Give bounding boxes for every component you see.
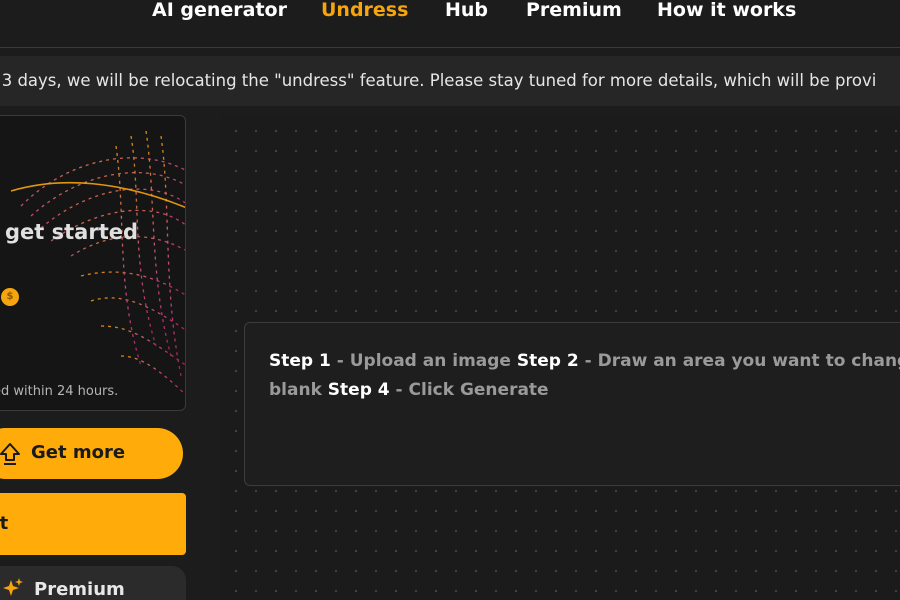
- step-2-label: Step 2: [516, 351, 579, 371]
- announcement-text: n 3 days, we will be relocating the "und…: [0, 71, 877, 90]
- nav-ai-generator[interactable]: AI generator: [152, 0, 287, 22]
- step-4-label: Step 4: [327, 380, 390, 400]
- premium-button-label: Premium: [34, 579, 125, 600]
- promo-card: get started $ ed within 24 hours.: [0, 115, 186, 411]
- step-4-text: - Click Generate: [389, 380, 549, 400]
- promo-title: get started: [5, 220, 139, 244]
- step-2-text: - Draw an area you want to change: [578, 351, 900, 371]
- nav-undress[interactable]: Undress: [321, 0, 408, 22]
- instructions-line-2: blank Step 4 - Click Generate: [269, 376, 900, 405]
- nav-premium[interactable]: Premium: [526, 0, 622, 22]
- sparkle-icon: [3, 578, 23, 596]
- step-1-label: Step 1: [269, 351, 331, 371]
- step-3-tail: blank: [269, 380, 328, 400]
- coin-icon: $: [1, 288, 19, 306]
- first-button[interactable]: rst: [0, 493, 186, 555]
- instructions-box: Step 1 - Upload an image Step 2 - Draw a…: [244, 322, 900, 486]
- nav-how-it-works[interactable]: How it works: [657, 0, 796, 22]
- promo-note: ed within 24 hours.: [0, 384, 119, 399]
- nav-hub[interactable]: Hub: [445, 0, 488, 22]
- top-navigation: AI generator Undress Hub Premium How it …: [0, 0, 900, 48]
- announcement-banner: n 3 days, we will be relocating the "und…: [0, 56, 900, 106]
- upload-arrow-icon: [0, 443, 20, 465]
- step-1-text: - Upload an image: [330, 351, 517, 371]
- premium-button[interactable]: Premium: [0, 566, 186, 600]
- first-button-label: rst: [0, 513, 9, 534]
- instructions-line-1: Step 1 - Upload an image Step 2 - Draw a…: [269, 347, 900, 376]
- get-more-label: Get more: [31, 442, 126, 463]
- page: AI generator Undress Hub Premium How it …: [0, 0, 900, 600]
- instructions-text: Step 1 - Upload an image Step 2 - Draw a…: [269, 347, 900, 405]
- get-more-button[interactable]: Get more: [0, 428, 183, 479]
- wave-art-illustration: [10, 130, 185, 396]
